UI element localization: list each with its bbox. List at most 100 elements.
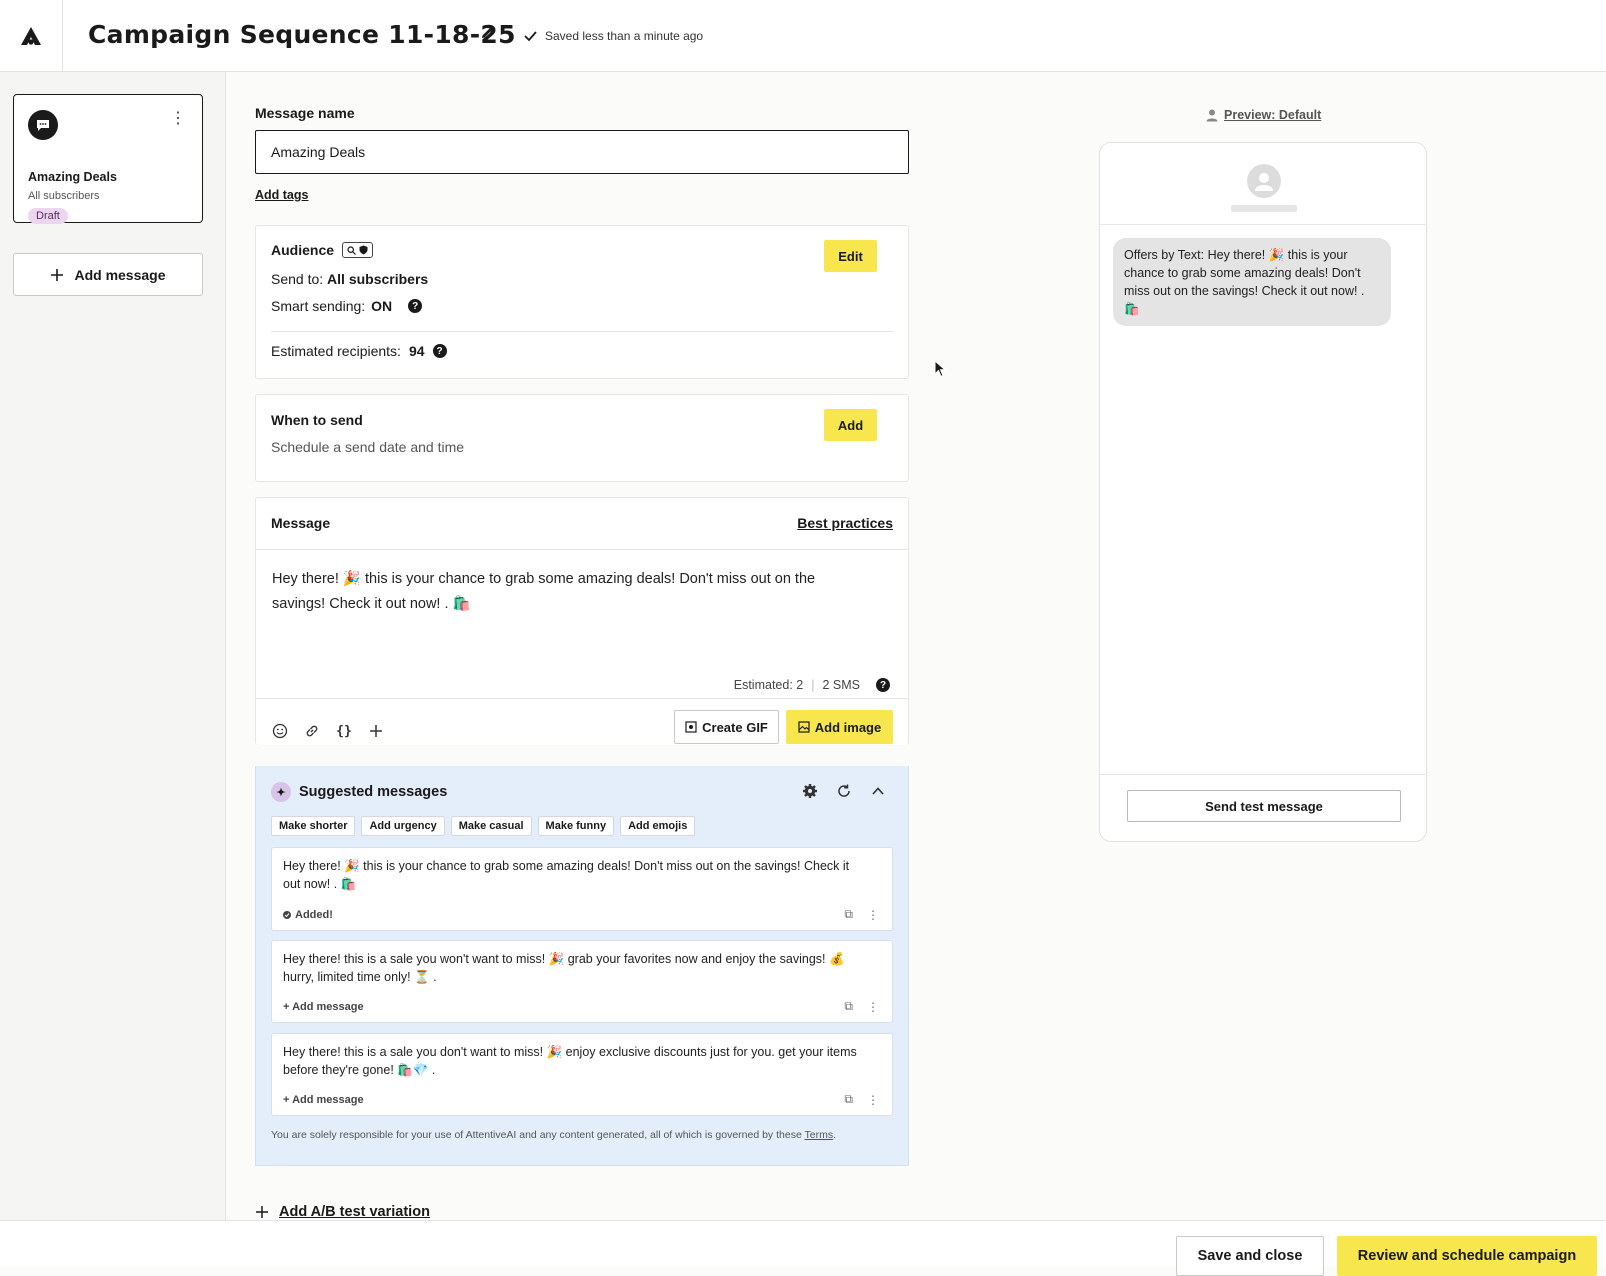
terms-link[interactable]: Terms: [805, 1129, 834, 1141]
create-gif-label: Create GIF: [702, 719, 768, 735]
message-title: Message: [271, 515, 331, 531]
status-badge: Draft: [28, 208, 68, 224]
more-options-icon[interactable]: ⋮: [867, 1093, 879, 1107]
more-options-icon[interactable]: ⋮: [170, 111, 186, 127]
shield-icon: [359, 245, 368, 255]
refresh-icon[interactable]: [836, 783, 852, 799]
plus-icon: [51, 268, 64, 281]
message-name-input[interactable]: Amazing Deals: [255, 130, 909, 174]
edit-audience-button[interactable]: Edit: [824, 240, 877, 272]
when-to-send-title: When to send: [271, 412, 363, 428]
suggestion-card[interactable]: Hey there! 🎉 this is your chance to grab…: [271, 847, 893, 931]
chip-make-funny[interactable]: Make funny: [537, 816, 615, 836]
help-icon[interactable]: ?: [876, 678, 890, 692]
message-panel: Message Best practices Hey there! 🎉 this…: [255, 497, 909, 745]
gear-icon[interactable]: [802, 783, 818, 799]
pencil-icon[interactable]: [480, 26, 494, 45]
help-icon[interactable]: ?: [432, 344, 447, 358]
user-icon: [1255, 173, 1273, 191]
preview-default-label: Preview: Default: [1224, 108, 1322, 122]
more-options-icon[interactable]: ⋮: [867, 1000, 879, 1014]
suggestion-text: Hey there! 🎉 this is your chance to grab…: [283, 859, 850, 891]
link-icon[interactable]: [303, 722, 321, 740]
send-to-value: All subscribers: [327, 271, 429, 287]
chip-make-shorter[interactable]: Make shorter: [271, 816, 356, 836]
copy-icon[interactable]: ⧉: [844, 1092, 853, 1107]
add-ab-test-label: Add A/B test variation: [279, 1204, 430, 1220]
brand-logo[interactable]: [0, 0, 63, 72]
divider: [256, 549, 908, 550]
add-message-button[interactable]: Add message: [13, 253, 203, 296]
suggestion-actions: ⧉ ⋮: [844, 907, 879, 922]
copy-icon[interactable]: ⧉: [844, 907, 853, 922]
chevron-up-icon[interactable]: [870, 783, 886, 799]
separator: |: [811, 678, 815, 692]
smart-sending-label: Smart sending:: [271, 298, 366, 314]
add-ab-test-button[interactable]: Add A/B test variation: [255, 1204, 430, 1220]
disclaimer-text: You are solely responsible for your use …: [271, 1129, 802, 1141]
chip-add-emojis[interactable]: Add emojis: [620, 816, 696, 836]
suggestion-status: Added!: [283, 909, 333, 921]
message-toolbar: {}: [271, 722, 385, 740]
sidebar-message-card[interactable]: ⋮ Amazing Deals All subscribers Draft: [13, 94, 203, 224]
suggestion-card[interactable]: Hey there! this is a sale you don't want…: [271, 1033, 893, 1116]
top-bar: Campaign Sequence 11-18-25 Saved less th…: [0, 0, 1606, 72]
chip-add-urgency[interactable]: Add urgency: [361, 816, 445, 836]
plus-icon[interactable]: [367, 722, 385, 740]
suggested-messages-panel: ✦ Suggested messages Make shorter Add ur…: [255, 766, 909, 1166]
chip-make-casual[interactable]: Make casual: [450, 816, 532, 836]
more-options-icon[interactable]: ⋮: [867, 908, 879, 922]
suggested-messages-title: Suggested messages: [299, 784, 448, 800]
audience-panel: Audience Edit Send to: All subscribers S…: [255, 225, 909, 379]
save-status: Saved less than a minute ago: [524, 29, 703, 43]
create-gif-button[interactable]: Create GIF: [674, 710, 779, 744]
check-icon: [524, 31, 537, 41]
estimated-count: Estimated: 2: [733, 678, 804, 692]
save-status-text: Saved less than a minute ago: [545, 29, 704, 43]
add-tags-link[interactable]: Add tags: [255, 188, 308, 202]
add-suggestion-link[interactable]: + Add message: [283, 1094, 364, 1106]
add-image-label: Add image: [814, 719, 882, 735]
user-icon: [1206, 109, 1218, 122]
copy-icon[interactable]: ⧉: [844, 999, 853, 1014]
page-title: Campaign Sequence 11-18-25: [88, 20, 516, 49]
plus-icon: [256, 1206, 268, 1218]
send-to-label: Send to:: [271, 271, 324, 287]
variable-braces-icon[interactable]: {}: [335, 722, 353, 740]
suggestion-card[interactable]: Hey there! this is a sale you won't want…: [271, 940, 893, 1023]
when-to-send-panel: When to send Schedule a send date and ti…: [255, 394, 909, 482]
message-body-textarea[interactable]: Hey there! 🎉 this is your chance to grab…: [272, 567, 872, 617]
best-practices-link[interactable]: Best practices: [797, 515, 893, 531]
add-suggestion-link[interactable]: + Add message: [283, 1001, 364, 1013]
sms-estimate: Estimated: 2 | 2 SMS ?: [734, 678, 890, 692]
phone-preview: Offers by Text: Hey there! 🎉 this is you…: [1099, 142, 1427, 842]
suggested-controls: [802, 783, 886, 799]
estimated-recipients-label: Estimated recipients:: [271, 343, 401, 359]
suggestion-status-text: Added!: [295, 909, 333, 921]
add-image-button[interactable]: Add image: [786, 710, 893, 744]
message-name-label: Message name: [255, 105, 355, 121]
divider: [256, 698, 908, 699]
message-card-name: Amazing Deals: [28, 170, 117, 184]
help-icon[interactable]: ?: [408, 299, 423, 313]
mouse-cursor-icon: [934, 359, 947, 383]
search-icon: [347, 245, 356, 255]
save-and-close-button[interactable]: Save and close: [1176, 1236, 1324, 1276]
smart-sending-value: ON: [371, 298, 393, 314]
send-to-row: Send to: All subscribers: [271, 271, 428, 287]
review-and-schedule-button[interactable]: Review and schedule campaign: [1337, 1236, 1597, 1276]
ai-disclaimer: You are solely responsible for your use …: [271, 1129, 837, 1141]
suggestion-text: Hey there! this is a sale you don't want…: [283, 1045, 857, 1077]
suggestion-chips: Make shorter Add urgency Make casual Mak…: [271, 816, 696, 836]
audience-segment-chip[interactable]: [342, 242, 374, 258]
image-icon: [798, 721, 810, 733]
send-test-message-button[interactable]: Send test message: [1127, 790, 1401, 822]
add-message-label: Add message: [74, 266, 166, 283]
avatar: [1247, 164, 1281, 198]
emoji-icon[interactable]: [271, 722, 289, 740]
suggested-messages-header: ✦ Suggested messages: [271, 782, 447, 802]
audience-title: Audience: [271, 242, 335, 258]
preview-default-link[interactable]: Preview: Default: [1205, 108, 1321, 122]
add-schedule-button[interactable]: Add: [824, 409, 877, 441]
estimated-recipients-value: 94: [408, 343, 425, 359]
